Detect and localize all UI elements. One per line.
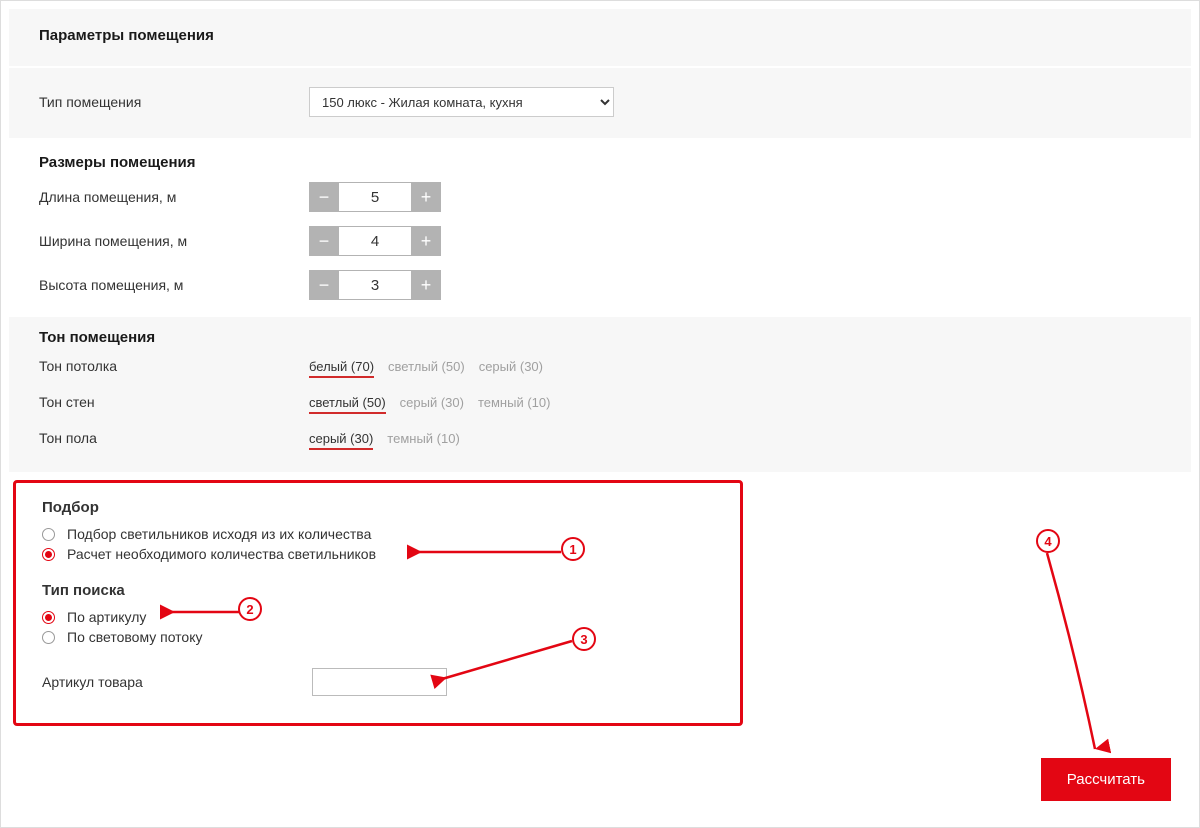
selection-highlight-box: Подбор Подбор светильников исходя из их … [13,480,743,726]
length-plus-button[interactable]: + [411,182,441,212]
room-type-row: Тип помещения 150 люкс - Жилая комната, … [39,80,1161,124]
walls-opt-0[interactable]: светлый (50) [309,395,386,414]
sku-input[interactable] [312,668,447,696]
height-row: Высота помещения, м − + [39,263,1161,307]
room-type-select[interactable]: 150 люкс - Жилая комната, кухня [309,87,614,117]
room-type-row-container: Тип помещения 150 люкс - Жилая комната, … [9,68,1191,138]
length-input[interactable] [339,182,411,212]
callout-3: 3 [572,627,596,651]
radio-icon [42,548,55,561]
floor-opt-0[interactable]: серый (30) [309,431,373,450]
ceiling-opt-2[interactable]: серый (30) [479,359,543,378]
floor-tone-label: Тон пола [39,430,309,446]
floor-opt-1[interactable]: темный (10) [387,431,460,450]
width-stepper: − + [309,226,441,256]
dimensions-title: Размеры помещения [39,154,1161,171]
params-panel: Параметры помещения [9,9,1191,66]
params-title: Параметры помещения [39,27,1161,44]
callout-1: 1 [561,537,585,561]
height-input[interactable] [339,270,411,300]
radio-icon [42,528,55,541]
calculate-button[interactable]: Рассчитать [1041,758,1171,801]
radio-icon [42,611,55,624]
search-opt2-label: По световому потоку [67,629,203,645]
search-radio-1[interactable]: По артикулу [42,607,714,627]
search-radio-2[interactable]: По световому потоку [42,627,714,647]
tone-panel: Тон помещения Тон потолка белый (70) све… [9,317,1191,472]
width-input[interactable] [339,226,411,256]
width-minus-button[interactable]: − [309,226,339,256]
height-minus-button[interactable]: − [309,270,339,300]
selection-opt2-label: Расчет необходимого количества светильни… [67,546,376,562]
height-label: Высота помещения, м [39,277,309,293]
tone-title: Тон помещения [39,329,1161,346]
width-plus-button[interactable]: + [411,226,441,256]
selection-radio-2[interactable]: Расчет необходимого количества светильни… [42,544,714,564]
sku-row: Артикул товара [42,661,714,703]
selection-title: Подбор [42,499,714,516]
floor-tone-options: серый (30) темный (10) [309,431,460,450]
ceiling-tone-options: белый (70) светлый (50) серый (30) [309,359,543,378]
sku-label: Артикул товара [42,674,312,690]
search-title: Тип поиска [42,582,714,599]
length-minus-button[interactable]: − [309,182,339,212]
ceiling-opt-0[interactable]: белый (70) [309,359,374,378]
length-row: Длина помещения, м − + [39,175,1161,219]
length-stepper: − + [309,182,441,212]
walls-tone-label: Тон стен [39,394,309,410]
radio-icon [42,631,55,644]
calculator-form: Параметры помещения Тип помещения 150 лю… [0,0,1200,828]
walls-opt-1[interactable]: серый (30) [400,395,464,414]
callout-2: 2 [238,597,262,621]
dimensions-block: Размеры помещения Длина помещения, м − +… [9,138,1191,309]
ceiling-tone-label: Тон потолка [39,358,309,374]
selection-radio-1[interactable]: Подбор светильников исходя из их количес… [42,524,714,544]
floor-tone-row: Тон пола серый (30) темный (10) [39,422,1161,458]
width-label: Ширина помещения, м [39,233,309,249]
walls-opt-2[interactable]: темный (10) [478,395,551,414]
width-row: Ширина помещения, м − + [39,219,1161,263]
height-stepper: − + [309,270,441,300]
callout-4: 4 [1036,529,1060,553]
length-label: Длина помещения, м [39,189,309,205]
ceiling-opt-1[interactable]: светлый (50) [388,359,465,378]
walls-tone-options: светлый (50) серый (30) темный (10) [309,395,550,414]
arrow-4-icon [1025,553,1105,763]
room-type-label: Тип помещения [39,94,309,110]
walls-tone-row: Тон стен светлый (50) серый (30) темный … [39,386,1161,422]
search-opt1-label: По артикулу [67,609,146,625]
height-plus-button[interactable]: + [411,270,441,300]
ceiling-tone-row: Тон потолка белый (70) светлый (50) серы… [39,350,1161,386]
selection-opt1-label: Подбор светильников исходя из их количес… [67,526,371,542]
